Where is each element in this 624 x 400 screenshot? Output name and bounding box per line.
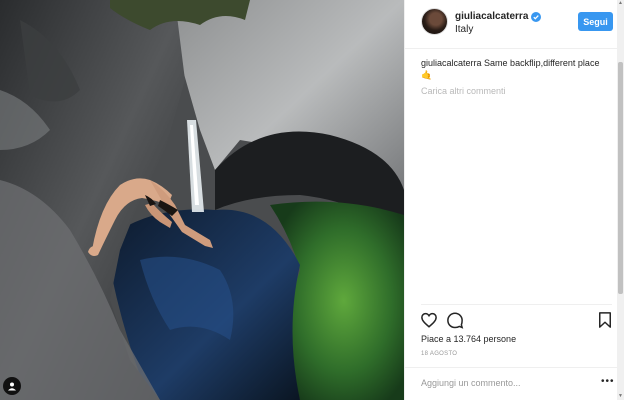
load-more-comments-link[interactable]: Carica altri commenti	[421, 86, 506, 96]
comment-icon[interactable]	[446, 311, 464, 329]
post-username[interactable]: giuliacalcaterra	[455, 11, 528, 22]
verified-badge-icon	[531, 11, 542, 22]
post-side-panel: giuliacalcaterra Italy Segui giuliacalca…	[404, 0, 618, 400]
page-scrollbar[interactable]: ▲ ▼	[617, 0, 624, 400]
post-photo[interactable]	[0, 0, 404, 400]
gorge-photo-illustration	[0, 0, 404, 400]
follow-button[interactable]: Segui	[578, 12, 613, 31]
post-header: giuliacalcaterra Italy Segui	[405, 0, 618, 49]
comment-input[interactable]	[421, 374, 581, 392]
more-options-icon[interactable]: •••	[601, 377, 615, 387]
comment-bar: •••	[405, 367, 618, 400]
profile-corner-icon[interactable]	[3, 377, 21, 395]
scroll-up-arrow-icon[interactable]: ▲	[617, 0, 624, 7]
bookmark-icon[interactable]	[596, 311, 614, 329]
post-username-row: giuliacalcaterra	[455, 11, 542, 22]
caption-username[interactable]: giuliacalcaterra	[421, 58, 482, 68]
post-location[interactable]: Italy	[455, 24, 473, 35]
heart-icon[interactable]	[420, 311, 438, 329]
caption: giuliacalcaterra Same backflip,different…	[421, 57, 601, 81]
actions-divider	[421, 304, 612, 305]
scroll-thumb[interactable]	[618, 62, 623, 294]
scroll-down-arrow-icon[interactable]: ▼	[617, 393, 624, 400]
avatar[interactable]	[421, 8, 448, 35]
likes-count[interactable]: Piace a 13.764 persone	[421, 334, 516, 344]
post-date: 18 AGOSTO	[421, 351, 458, 357]
